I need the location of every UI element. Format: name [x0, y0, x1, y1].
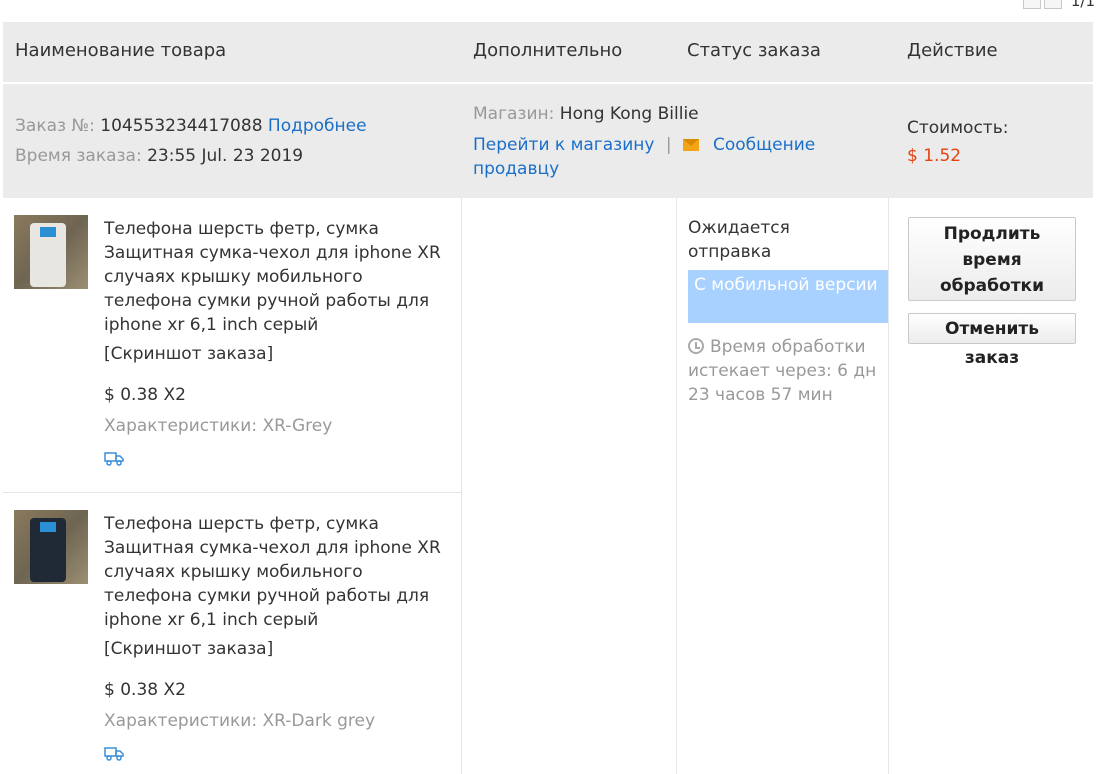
header-action: Действие	[907, 40, 998, 61]
table-header: Наименование товара Дополнительно Статус…	[3, 22, 1093, 84]
order-details-link[interactable]: Подробнее	[268, 116, 367, 136]
order-number-line: Заказ №: 104553234417088 Подробнее	[15, 116, 367, 136]
order-status-text: Ожидается отправка	[688, 218, 790, 262]
order-number: 104553234417088	[100, 116, 263, 136]
product-price: $ 0.38 X2	[104, 680, 186, 700]
store-line: Магазин: Hong Kong Billie	[473, 104, 699, 124]
link-separator: |	[665, 135, 672, 155]
envelope-icon[interactable]	[682, 139, 699, 151]
processing-timer: Время обработки истекает через: 6 дн 23 …	[688, 335, 888, 407]
order-time-line: Время заказа: 23:55 Jul. 23 2019	[15, 146, 303, 166]
pager-next-button[interactable]	[1043, 0, 1062, 9]
row-divider	[3, 492, 461, 493]
header-additional: Дополнительно	[473, 40, 623, 61]
order-time-label: Время заказа:	[15, 146, 142, 166]
order-number-label: Заказ №:	[15, 116, 95, 136]
product-thumbnail[interactable]	[14, 510, 88, 584]
message-seller-link[interactable]: Сообщение	[713, 135, 815, 155]
go-to-store-link[interactable]: Перейти к магазину	[473, 135, 654, 155]
cancel-order-button[interactable]: Отменить заказ	[908, 313, 1076, 368]
mobile-version-badge: С мобильной версии	[688, 270, 888, 323]
order-time: 23:55 Jul. 23 2019	[147, 146, 304, 166]
message-seller-link-2[interactable]: продавцу	[473, 159, 559, 179]
processing-timer-text: Время обработки истекает через: 6 дн 23 …	[688, 337, 877, 405]
column-divider	[888, 198, 889, 774]
clock-icon	[688, 338, 704, 354]
pager-text: 1/1	[1070, 0, 1095, 10]
pager: 1/1	[1022, 0, 1095, 10]
order-summary: Заказ №: 104553234417088 Подробнее Время…	[3, 84, 1093, 198]
product-attributes: Характеристики: XR-Dark grey	[104, 711, 376, 731]
product-title[interactable]: Телефона шерсть фетр, сумка Защитная сум…	[104, 217, 454, 337]
header-product: Наименование товара	[15, 40, 227, 61]
product-title[interactable]: Телефона шерсть фетр, сумка Защитная сум…	[104, 512, 454, 632]
store-label: Магазин:	[473, 104, 555, 124]
store-name: Hong Kong Billie	[559, 104, 699, 124]
truck-icon[interactable]	[104, 450, 124, 466]
pager-prev-button[interactable]	[1022, 0, 1041, 9]
truck-icon[interactable]	[104, 745, 124, 761]
header-status: Статус заказа	[687, 40, 821, 61]
store-links: Перейти к магазину | Сообщение продавцу	[473, 133, 873, 181]
order-cost-label: Стоимость:	[907, 118, 1009, 138]
order-snapshot-link[interactable]: [Скриншот заказа]	[104, 344, 273, 364]
product-thumbnail[interactable]	[14, 215, 88, 289]
product-attributes: Характеристики: XR-Grey	[104, 416, 333, 436]
order-snapshot-link[interactable]: [Скриншот заказа]	[104, 639, 273, 659]
product-price: $ 0.38 X2	[104, 385, 186, 405]
extend-processing-time-button[interactable]: Продлить время обработки	[908, 217, 1076, 301]
column-divider	[461, 198, 462, 774]
order-cost: $ 1.52	[907, 146, 962, 166]
column-divider	[676, 198, 677, 774]
